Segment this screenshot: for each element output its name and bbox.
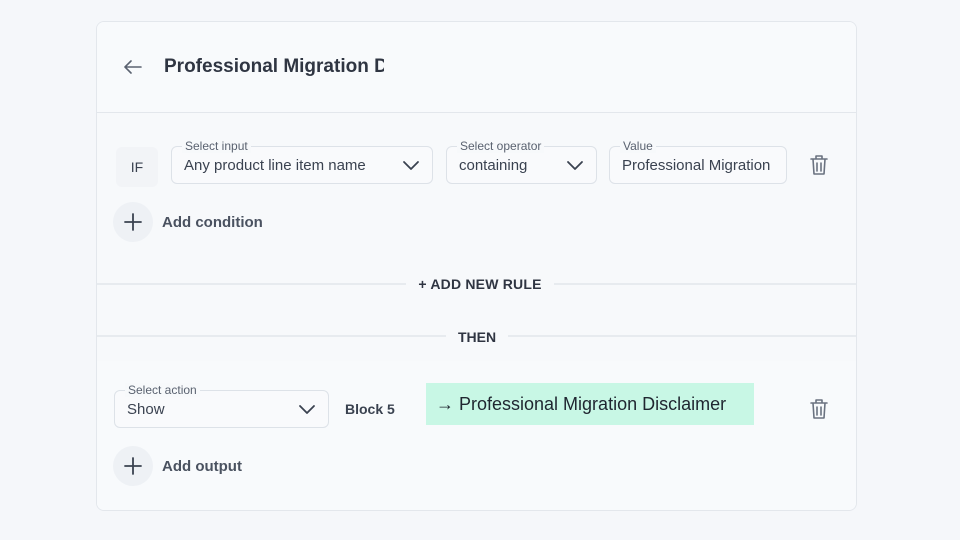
select-input-value: Any product line item name — [184, 157, 366, 174]
plus-icon — [113, 202, 153, 242]
select-input-dropdown[interactable]: Select input Any product line item name — [171, 139, 433, 184]
plus-icon — [113, 446, 153, 486]
chevron-down-icon — [299, 405, 315, 414]
delete-condition-trash-icon[interactable] — [808, 153, 830, 177]
delete-action-trash-icon[interactable] — [808, 397, 830, 421]
add-condition-label: Add condition — [162, 213, 263, 231]
add-new-rule-button[interactable]: + ADD NEW RULE — [406, 268, 554, 300]
value-input-text: Professional Migration — [622, 157, 771, 174]
value-field[interactable]: Value Professional Migration — [609, 139, 787, 184]
select-operator-label: Select operator — [457, 139, 545, 153]
add-condition-button[interactable]: Add condition — [113, 202, 263, 242]
page-title: Professional Migration Di — [164, 56, 384, 77]
select-operator-value: containing — [459, 157, 528, 174]
arrow-left-icon — [124, 60, 142, 74]
select-action-dropdown[interactable]: Select action Show — [114, 383, 329, 428]
if-badge: IF — [116, 147, 158, 187]
add-output-label: Add output — [162, 457, 242, 475]
header: Professional Migration Di — [97, 22, 856, 113]
target-block-highlight[interactable]: → Professional Migration Disclaimer — [426, 383, 754, 425]
then-badge: THEN — [446, 321, 508, 353]
select-action-label: Select action — [125, 383, 200, 397]
select-action-value: Show — [127, 401, 165, 418]
value-label: Value — [620, 139, 656, 153]
select-operator-dropdown[interactable]: Select operator containing — [446, 139, 597, 184]
back-button[interactable] — [122, 56, 144, 78]
chevron-down-icon — [567, 161, 583, 170]
add-output-button[interactable]: Add output — [113, 446, 242, 486]
block-label: Block 5 — [345, 401, 395, 417]
chevron-down-icon — [403, 161, 419, 170]
select-input-label: Select input — [182, 139, 251, 153]
rule-editor-card: Professional Migration Di IF Select inpu… — [96, 21, 857, 511]
